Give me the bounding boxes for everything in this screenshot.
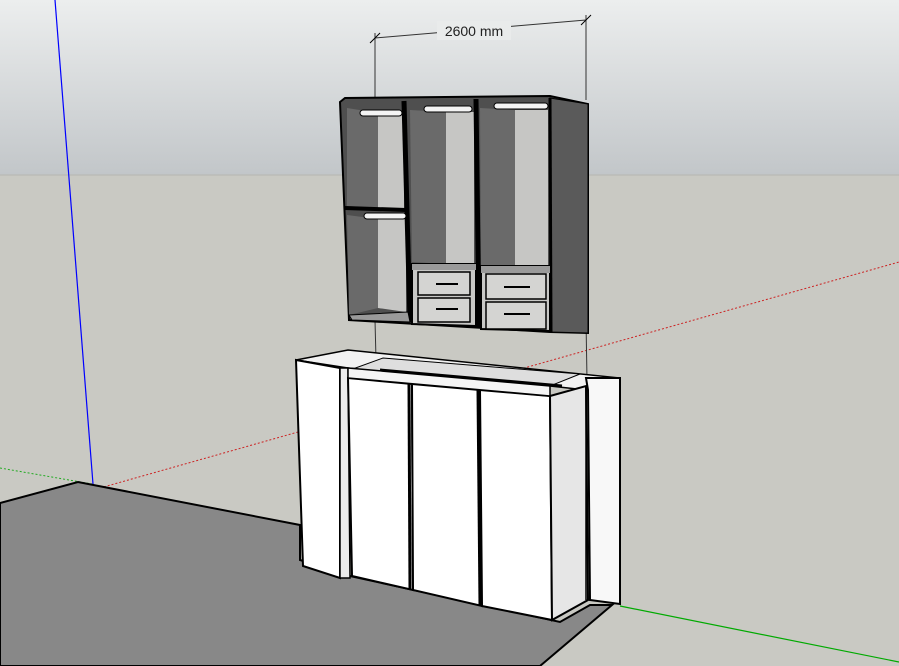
hanging-rail [359, 109, 403, 117]
upper-cabinet [338, 94, 589, 335]
left-side-panel [294, 358, 341, 580]
drawer [485, 301, 547, 330]
door-2[interactable] [410, 382, 484, 608]
hanging-rail [423, 105, 473, 113]
door-1[interactable] [346, 376, 415, 592]
middle-bay-back [446, 112, 474, 264]
3d-scene[interactable]: 2600 mm [0, 0, 899, 666]
dimension-label: 2600 mm [445, 23, 503, 39]
left-bay-back-upper [378, 111, 404, 208]
left-bay-back-lower [378, 219, 406, 312]
right-side-panel [548, 384, 590, 622]
door-3[interactable] [478, 388, 554, 622]
hanging-rail [493, 102, 549, 110]
model-viewport[interactable]: 2600 mm [0, 0, 899, 666]
right-bay-back [515, 110, 548, 266]
hanging-rail [363, 212, 407, 220]
